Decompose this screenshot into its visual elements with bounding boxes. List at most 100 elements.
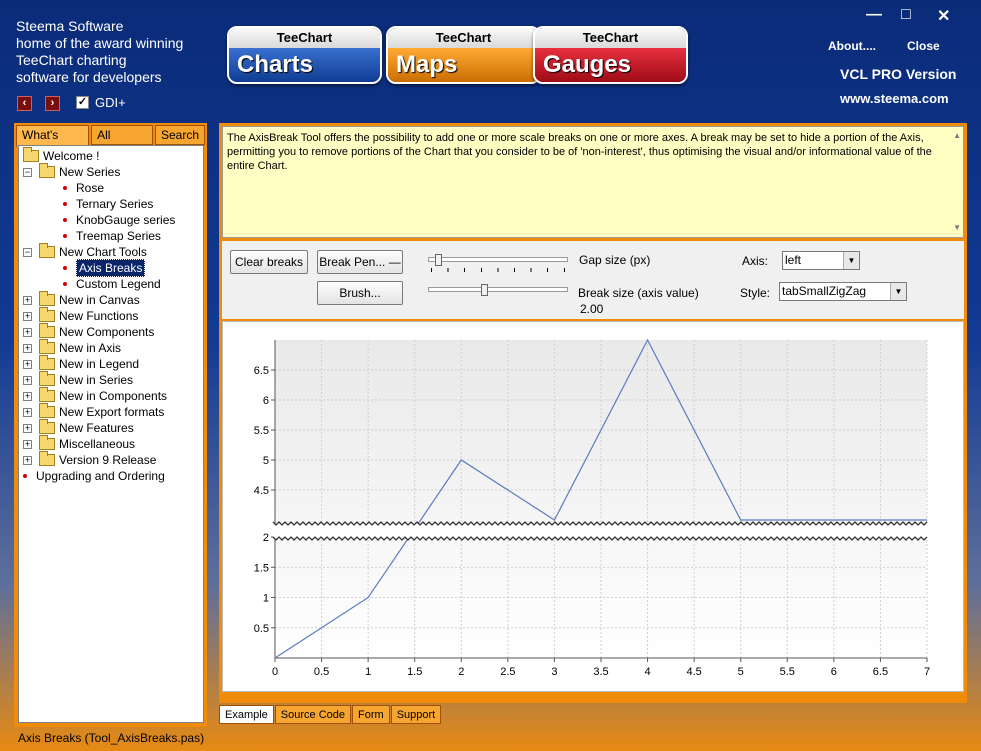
status-text: Axis Breaks (Tool_AxisBreaks.pas) bbox=[18, 731, 205, 745]
website-label[interactable]: www.steema.com bbox=[840, 91, 949, 106]
back-arrow-icon[interactable]: ‹ bbox=[17, 96, 32, 111]
close-link[interactable]: Close bbox=[907, 39, 940, 53]
break-pen-button[interactable]: Break Pen... — bbox=[317, 250, 403, 274]
y-tick-label: 2 bbox=[263, 532, 269, 544]
scroll-up-icon[interactable]: ▲ bbox=[953, 129, 961, 143]
slider-thumb[interactable] bbox=[481, 284, 489, 296]
bottom-tabs: Example Source Code Form Support bbox=[219, 705, 442, 724]
folder-icon bbox=[39, 403, 55, 418]
tree-item[interactable]: Upgrading and Ordering bbox=[23, 468, 165, 484]
scroll-down-icon[interactable]: ▼ bbox=[953, 221, 961, 235]
tree-item[interactable]: Rose bbox=[63, 180, 104, 196]
tree-item[interactable]: New in Components bbox=[39, 387, 168, 404]
tree-item[interactable]: New Chart Tools bbox=[39, 243, 147, 260]
version-label: VCL PRO Version bbox=[840, 66, 957, 82]
tagline-line: Steema Software bbox=[16, 18, 124, 34]
tree-item[interactable]: Custom Legend bbox=[63, 276, 161, 292]
tree-item[interactable]: New in Canvas bbox=[39, 291, 140, 308]
logo-bottom-text: Charts bbox=[229, 48, 380, 82]
tree-item[interactable]: New in Series bbox=[39, 371, 133, 388]
tree-item-label: New in Components bbox=[59, 389, 168, 403]
minimize-icon[interactable]: — bbox=[866, 6, 882, 24]
tab-example[interactable]: Example bbox=[219, 705, 274, 724]
chevron-down-icon[interactable]: ▼ bbox=[843, 252, 859, 269]
tree-item[interactable]: Welcome ! bbox=[23, 147, 100, 164]
tree-item[interactable]: New Series bbox=[39, 163, 120, 180]
tab-whats-new[interactable]: What's New ? bbox=[16, 125, 90, 161]
charts-logo[interactable]: TeeChart Charts bbox=[227, 26, 382, 84]
left-tabs: What's New ? All features Search bbox=[16, 125, 207, 161]
tree-item[interactable]: Axis Breaks bbox=[63, 259, 146, 277]
tree-item[interactable]: New in Legend bbox=[39, 355, 139, 372]
expand-icon[interactable]: + bbox=[23, 424, 32, 433]
forward-arrow-icon[interactable]: › bbox=[45, 96, 60, 111]
tree-item[interactable]: New Functions bbox=[39, 307, 139, 324]
chart-area: 0 0.5 1 1.5 2 2.5 3 3.5 4 4.5 5 5.5 6 6.5 7 4.5 5 5.5 6 6.5… bbox=[222, 321, 964, 692]
expand-icon[interactable]: + bbox=[23, 408, 32, 417]
folder-icon bbox=[39, 291, 55, 306]
expand-icon[interactable]: + bbox=[23, 296, 32, 305]
tagline-line: software for developers bbox=[16, 69, 162, 85]
expand-icon[interactable]: + bbox=[23, 312, 32, 321]
tab-search[interactable]: Search bbox=[154, 125, 205, 145]
tree-item-label: Custom Legend bbox=[76, 277, 161, 291]
brush-button[interactable]: Brush... bbox=[317, 281, 403, 305]
tree-item-label: Welcome ! bbox=[43, 149, 100, 163]
chevron-down-icon[interactable]: ▼ bbox=[890, 283, 906, 300]
collapse-icon[interactable]: − bbox=[23, 168, 32, 177]
x-tick-label: 7 bbox=[924, 666, 930, 678]
logo-top-text: TeeChart bbox=[388, 28, 539, 48]
feature-tree[interactable]: Welcome ! − New Series Rose Ternary Series Kn… bbox=[18, 145, 204, 723]
y-tick-label: 0.5 bbox=[254, 623, 269, 635]
tree-item[interactable]: New Export formats bbox=[39, 403, 164, 420]
tree-item[interactable]: KnobGauge series bbox=[63, 212, 175, 228]
axis-select[interactable]: left ▼ bbox=[782, 251, 860, 270]
tree-item[interactable]: Version 9 Release bbox=[39, 451, 156, 468]
bullet-icon bbox=[63, 186, 67, 190]
slider-thumb[interactable] bbox=[434, 254, 442, 266]
tree-item[interactable]: Miscellaneous bbox=[39, 435, 135, 452]
tab-support[interactable]: Support bbox=[390, 705, 442, 724]
gauges-logo[interactable]: TeeChart Gauges bbox=[533, 26, 688, 84]
gdi-checkbox[interactable]: ✓ GDI+ bbox=[76, 95, 126, 110]
expand-icon[interactable]: + bbox=[23, 440, 32, 449]
clear-breaks-button[interactable]: Clear breaks bbox=[230, 250, 308, 274]
controls-bar: Clear breaks Break Pen... — Brush... Gap… bbox=[222, 241, 964, 319]
slider-track bbox=[428, 287, 568, 292]
tree-item-label: New Functions bbox=[59, 309, 139, 323]
tree-item[interactable]: New in Axis bbox=[39, 339, 121, 356]
gap-size-slider[interactable] bbox=[428, 254, 568, 274]
about-link[interactable]: About.... bbox=[828, 39, 876, 53]
expand-icon[interactable]: + bbox=[23, 344, 32, 353]
expand-icon[interactable]: + bbox=[23, 456, 32, 465]
tree-item[interactable]: Ternary Series bbox=[63, 196, 153, 212]
break-pen-label: Break Pen... bbox=[319, 255, 386, 269]
collapse-icon[interactable]: − bbox=[23, 248, 32, 257]
folder-icon bbox=[39, 355, 55, 370]
tree-item[interactable]: Treemap Series bbox=[63, 228, 161, 244]
bullet-icon bbox=[63, 202, 67, 206]
folder-open-icon bbox=[39, 243, 55, 258]
break-size-slider[interactable] bbox=[428, 284, 568, 304]
x-tick-label: 4 bbox=[645, 666, 651, 678]
close-window-icon[interactable]: ✕ bbox=[937, 6, 950, 26]
x-tick-label: 1.5 bbox=[407, 666, 422, 678]
maps-logo[interactable]: TeeChart Maps bbox=[386, 26, 541, 84]
maximize-icon[interactable]: □ bbox=[901, 6, 911, 24]
bullet-icon bbox=[63, 218, 67, 222]
expand-icon[interactable]: + bbox=[23, 328, 32, 337]
expand-icon[interactable]: + bbox=[23, 376, 32, 385]
tab-all-features[interactable]: All features bbox=[91, 125, 153, 161]
style-select[interactable]: tabSmallZigZag ▼ bbox=[779, 282, 907, 301]
axis-select-value: left bbox=[785, 253, 802, 267]
axis-label: Axis: bbox=[742, 254, 769, 268]
tab-source-code[interactable]: Source Code bbox=[274, 705, 352, 724]
expand-icon[interactable]: + bbox=[23, 360, 32, 369]
tree-item[interactable]: New Components bbox=[39, 323, 154, 340]
tab-form[interactable]: Form bbox=[352, 705, 390, 724]
expand-icon[interactable]: + bbox=[23, 392, 32, 401]
tree-item[interactable]: New Features bbox=[39, 419, 134, 436]
line-chart[interactable]: 0 0.5 1 1.5 2 2.5 3 3.5 4 4.5 5 5.5 6 6.5 7 4.5 5 5.5 6 6.5… bbox=[223, 322, 963, 691]
tree-item-label: Ternary Series bbox=[76, 197, 154, 211]
checkbox-checked-icon[interactable]: ✓ bbox=[76, 96, 89, 109]
